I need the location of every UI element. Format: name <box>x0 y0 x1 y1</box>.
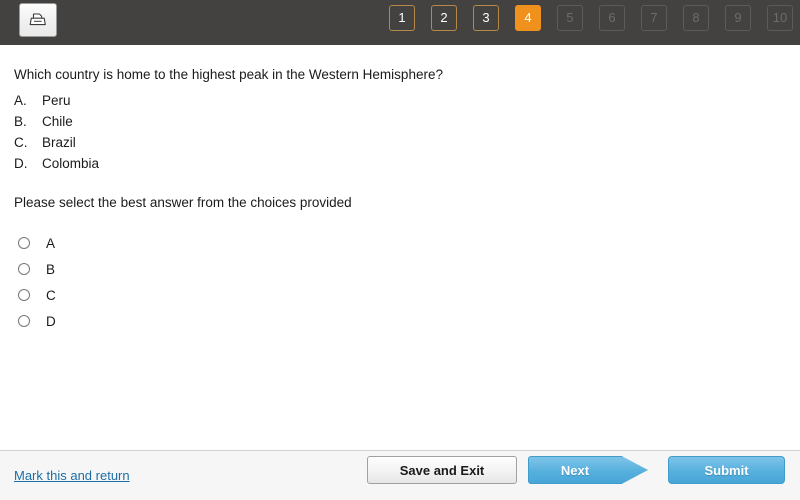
print-button[interactable] <box>19 3 57 37</box>
page-button-9: 9 <box>725 5 751 31</box>
page-button-7: 7 <box>641 5 667 31</box>
page-button-5: 5 <box>557 5 583 31</box>
answer-choice-label-d: D <box>46 313 56 329</box>
page-button-2[interactable]: 2 <box>431 5 457 31</box>
option-letter-a: A. <box>14 93 27 108</box>
option-letter-d: D. <box>14 156 28 171</box>
question-panel: Which country is home to the highest pea… <box>0 45 800 450</box>
page-button-1[interactable]: 1 <box>389 5 415 31</box>
question-option-list: A. Peru B. Chile C. Brazil D. Colombia <box>14 90 99 174</box>
radio-button-b[interactable] <box>18 263 30 275</box>
answer-choice-list: A B C D <box>18 230 56 334</box>
option-letter-c: C. <box>14 135 28 150</box>
mark-this-and-return-link[interactable]: Mark this and return <box>14 468 130 483</box>
save-and-exit-button[interactable]: Save and Exit <box>367 456 517 484</box>
submit-button[interactable]: Submit <box>668 456 785 484</box>
printer-icon <box>28 10 48 30</box>
answer-choice-b[interactable]: B <box>18 256 56 282</box>
page-button-3[interactable]: 3 <box>473 5 499 31</box>
answer-choice-d[interactable]: D <box>18 308 56 334</box>
toolbar-header: 1 2 3 4 5 6 7 8 9 10 <box>0 0 800 45</box>
page-button-10: 10 <box>767 5 793 31</box>
answer-choice-label-a: A <box>46 235 56 251</box>
page-button-4[interactable]: 4 <box>515 5 541 31</box>
answer-choice-label-c: C <box>46 287 56 303</box>
page-button-6: 6 <box>599 5 625 31</box>
answer-choice-c[interactable]: C <box>18 282 56 308</box>
option-text-b: Chile <box>42 114 73 129</box>
option-text-a: Peru <box>42 93 71 108</box>
instruction-text: Please select the best answer from the c… <box>14 195 352 210</box>
page-button-8: 8 <box>683 5 709 31</box>
answer-choice-a[interactable]: A <box>18 230 56 256</box>
question-text: Which country is home to the highest pea… <box>14 67 443 82</box>
question-option-b: B. Chile <box>14 111 99 132</box>
answer-choice-label-b: B <box>46 261 56 277</box>
option-text-d: Colombia <box>42 156 100 171</box>
pagination: 1 2 3 4 5 6 7 8 9 10 <box>389 5 793 31</box>
option-text-c: Brazil <box>42 135 76 150</box>
question-option-a: A. Peru <box>14 90 99 111</box>
question-option-c: C. Brazil <box>14 132 99 153</box>
option-letter-b: B. <box>14 114 27 129</box>
radio-button-a[interactable] <box>18 237 30 249</box>
radio-button-c[interactable] <box>18 289 30 301</box>
radio-button-d[interactable] <box>18 315 30 327</box>
next-button-label: Next <box>560 462 590 478</box>
question-option-d: D. Colombia <box>14 153 99 174</box>
